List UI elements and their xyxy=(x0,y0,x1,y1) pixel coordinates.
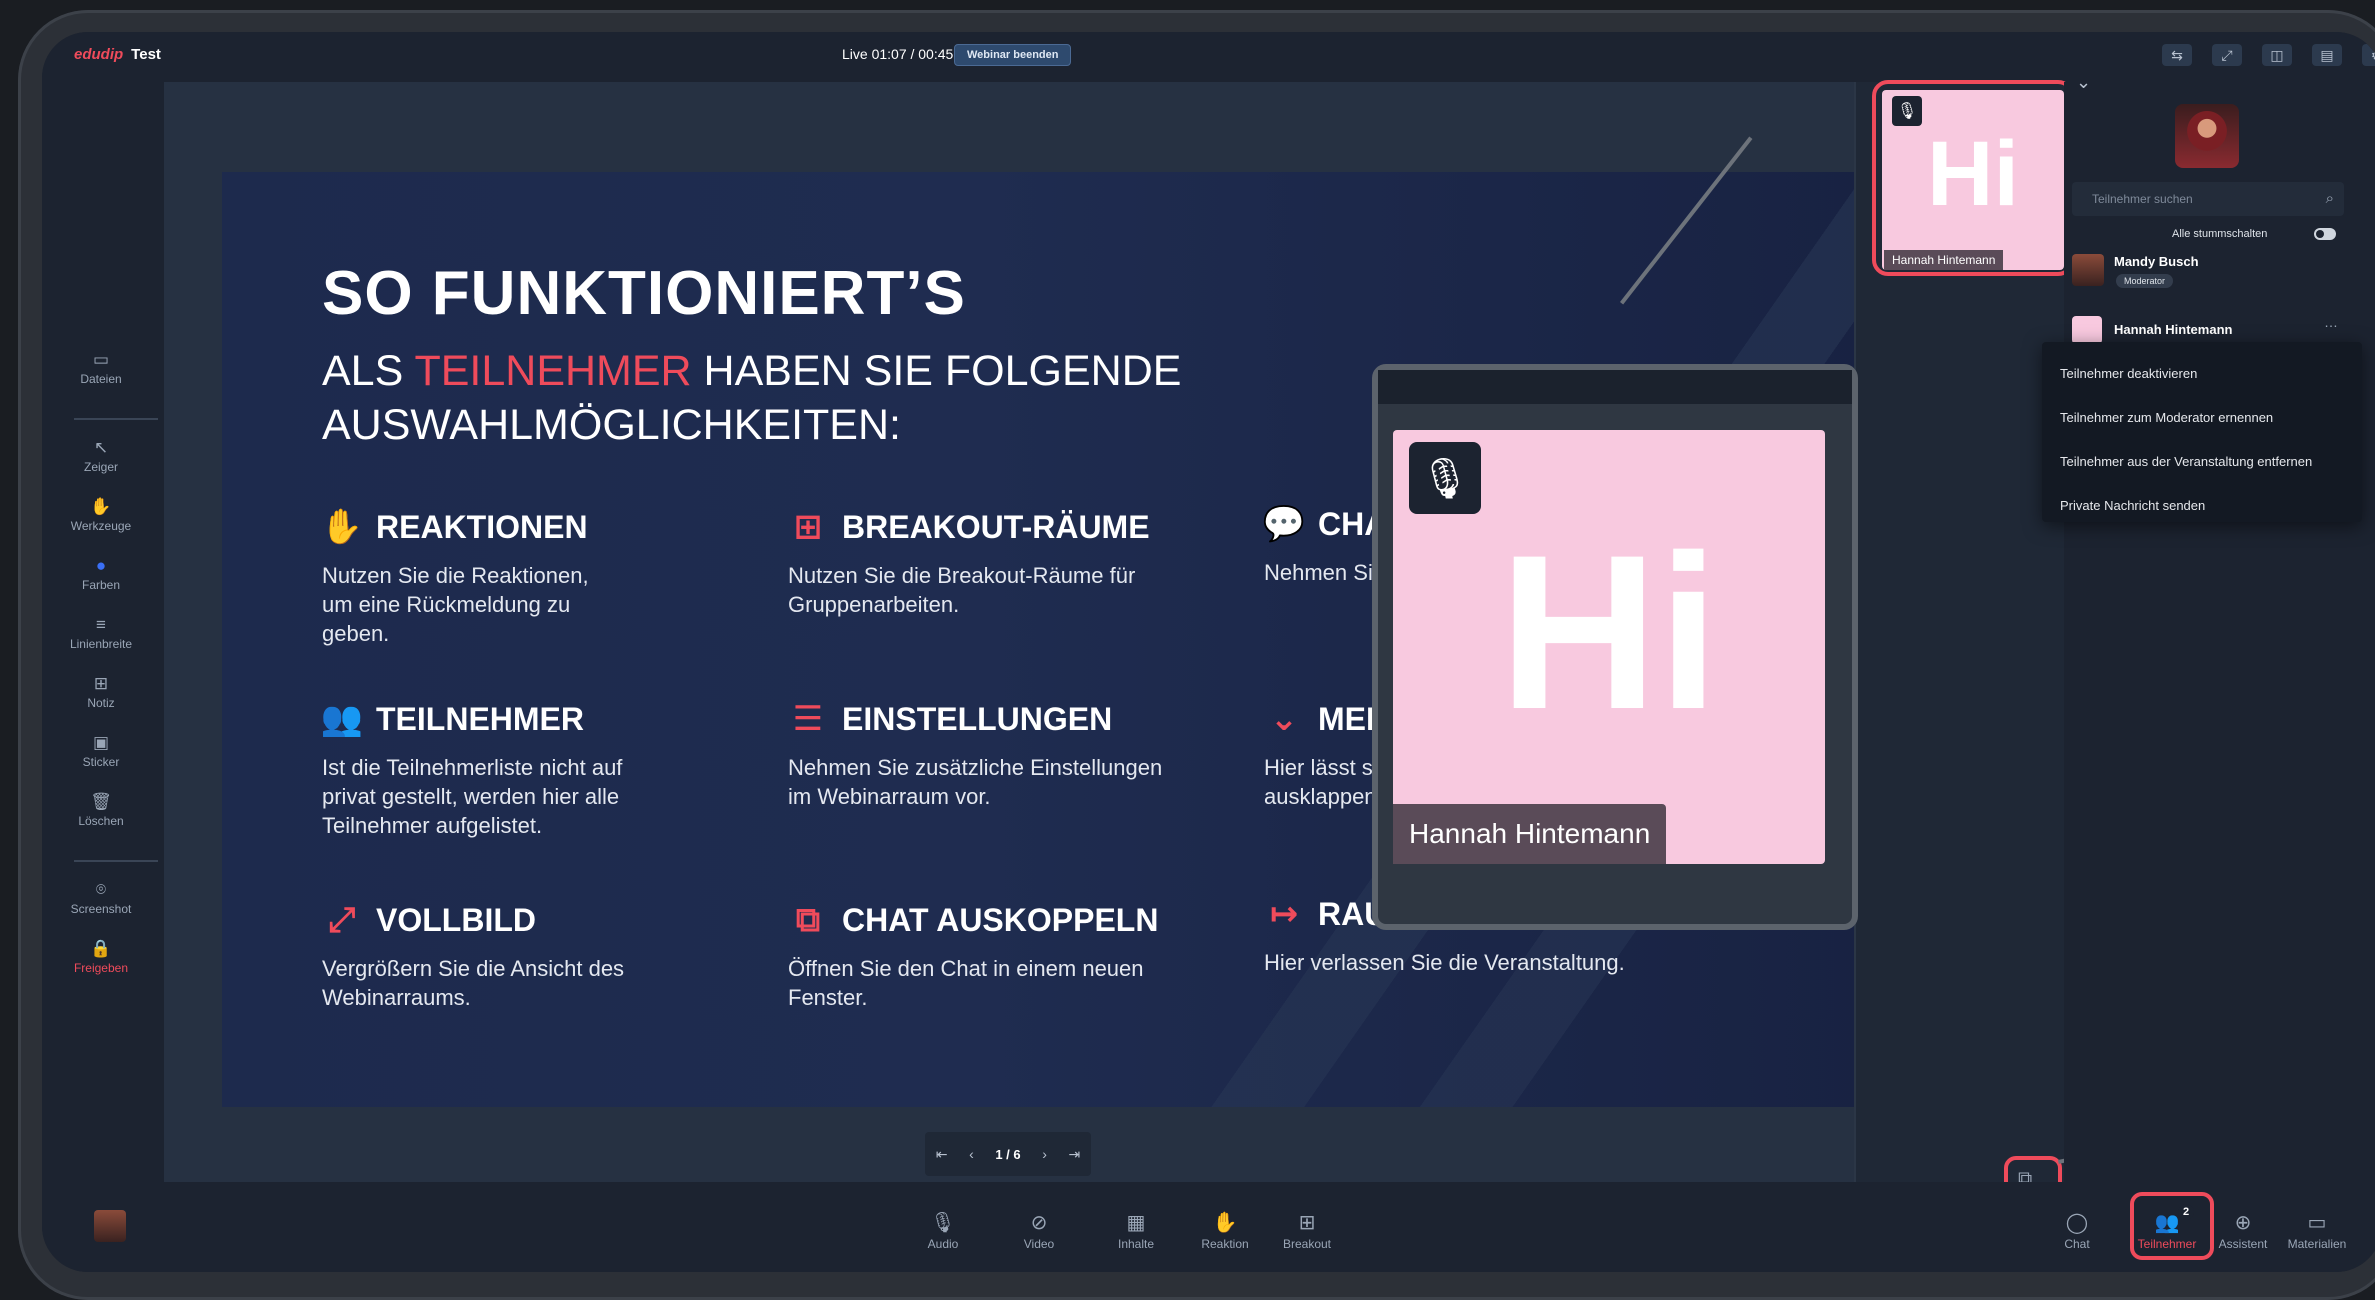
files-tool[interactable]: ▭ Dateien xyxy=(62,350,140,386)
slide-pager: ⇤ ‹ 1 / 6 › ⇥ xyxy=(925,1132,1091,1176)
assistant-button[interactable]: ⊕ Assistent xyxy=(2208,1210,2278,1251)
users-icon: 👥 xyxy=(320,700,364,738)
content-icon: ▦ xyxy=(1126,1212,1146,1234)
folder-icon: ▭ xyxy=(2307,1212,2327,1234)
grid-icon: ⊞ xyxy=(1298,1212,1316,1234)
zoom-callout-header xyxy=(1378,370,1852,404)
audio-button[interactable]: 🎙 Audio xyxy=(908,1210,978,1251)
reactions-icon[interactable]: ⇆ xyxy=(2162,44,2192,66)
mic-muted-icon: 🎙 xyxy=(930,1212,956,1234)
share-tool[interactable]: 🔒 Freigeben xyxy=(62,939,140,975)
prev-page-icon[interactable]: ‹ xyxy=(969,1146,974,1162)
last-page-icon[interactable]: ⇥ xyxy=(1068,1146,1080,1163)
line-width-tool[interactable]: ≡ Linienbreite xyxy=(62,615,140,651)
video-button[interactable]: ⊘ Video xyxy=(1004,1210,1074,1251)
delete-tool[interactable]: 🗑 Löschen xyxy=(62,792,140,828)
note-tool[interactable]: ⊞ Notiz xyxy=(62,674,140,710)
mute-all-label: Alle stummschalten xyxy=(2172,228,2268,240)
feature-fullscreen: ⤢ VOLLBILD Vergrößern Sie die Ansicht des… xyxy=(322,900,625,1011)
slide-title: SO FUNKTIONIERT’S xyxy=(322,259,966,328)
avatar xyxy=(2072,254,2104,286)
edudip-logo: edudip xyxy=(74,46,124,63)
end-webinar-button[interactable]: Webinar beenden xyxy=(954,44,1072,66)
participants-count-badge: 2 xyxy=(2178,1204,2194,1220)
divider xyxy=(74,860,158,862)
live-timer: Live 01:07 / 00:45 xyxy=(842,46,954,62)
chat-bubble-icon: 💬 xyxy=(1262,505,1306,543)
menu-item-remove[interactable]: Teilnehmer aus der Veranstaltung entfern… xyxy=(2060,454,2312,469)
hand-icon: ✋ xyxy=(1212,1212,1238,1234)
avatar xyxy=(2072,316,2102,344)
breakout-button[interactable]: ⊞ Breakout xyxy=(1272,1210,1342,1251)
brand: edudip Test xyxy=(74,46,161,63)
chevron-down-icon: ⌄ xyxy=(1269,700,1299,738)
mute-all-toggle[interactable] xyxy=(2314,228,2336,240)
participants-panel xyxy=(2064,82,2375,1182)
menu-item-deactivate[interactable]: Teilnehmer deaktivieren xyxy=(2060,366,2197,381)
exit-icon: ↦ xyxy=(1269,895,1299,933)
webinar-screen: edudip Test Live 01:07 / 00:45 Webinar be… xyxy=(42,32,2375,1272)
assistant-icon: ⊕ xyxy=(2234,1212,2252,1234)
menu-item-private-message[interactable]: Private Nachricht senden xyxy=(2060,498,2205,513)
next-page-icon[interactable]: › xyxy=(1042,1146,1047,1162)
participant-search-input[interactable]: Teilnehmer suchen ⌕ xyxy=(2072,182,2344,216)
menu-item-make-moderator[interactable]: Teilnehmer zum Moderator ernennen xyxy=(2060,410,2273,425)
content-button[interactable]: ▦ Inhalte xyxy=(1101,1210,1171,1251)
slide-subtitle: ALS TEILNEHMER HABEN SIE FOLGENDE AUSWAH… xyxy=(322,347,1182,449)
pointer-icon: ↖ xyxy=(93,438,109,457)
more-options-icon[interactable]: … xyxy=(2324,314,2338,330)
settings-icon[interactable]: ⚙ xyxy=(2362,44,2375,66)
feature-settings: ☰ EINSTELLUNGEN Nehmen Sie zusätzliche Ei… xyxy=(788,700,1163,809)
lock-icon: 🔒 xyxy=(90,939,112,958)
image-icon: ▣ xyxy=(92,733,110,752)
mic-muted-icon: 🎙 xyxy=(1409,442,1481,514)
page-indicator: 1 / 6 xyxy=(995,1146,1021,1162)
feature-breakout: ⊞ BREAKOUT-RÄUME Nutzen Sie die Breakout-… xyxy=(788,508,1150,617)
video-off-icon: ⊘ xyxy=(1030,1212,1048,1234)
highlight-frame xyxy=(1872,80,2074,276)
chat-button[interactable]: ◯ Chat xyxy=(2042,1210,2112,1251)
popout-icon: ⧉ xyxy=(795,900,821,939)
grid-icon: ⊞ xyxy=(793,508,823,546)
expand-icon: ⤢ xyxy=(328,900,356,939)
left-toolbar: ▭ Dateien ↖ Zeiger ✋ Werkzeuge ● Farben ≡ Lin… xyxy=(42,82,162,1182)
materials-button[interactable]: ▭ Materialien xyxy=(2282,1210,2352,1251)
chat-bubble-icon: ◯ xyxy=(2065,1212,2089,1234)
feature-reactions: ✋ REAKTIONEN Nutzen Sie die Reaktionen, u… xyxy=(320,508,589,646)
avatar[interactable] xyxy=(94,1210,126,1242)
hand-icon: ✋ xyxy=(320,508,364,546)
zoomed-initials: Hi xyxy=(1499,509,1719,755)
color-dot-icon: ● xyxy=(95,556,107,575)
line-width-icon: ≡ xyxy=(96,615,106,634)
fullscreen-icon[interactable]: ⤢ xyxy=(2212,44,2242,66)
divider xyxy=(74,418,158,420)
avatar xyxy=(2175,104,2239,168)
participant-name[interactable]: Mandy Busch xyxy=(2114,254,2199,269)
chat-popout-icon[interactable]: ▤ xyxy=(2312,44,2342,66)
first-page-icon[interactable]: ⇤ xyxy=(936,1146,948,1163)
layout-icon[interactable]: ◫ xyxy=(2262,44,2292,66)
moderator-badge: Moderator xyxy=(2116,274,2174,288)
hand-icon: ✋ xyxy=(90,497,112,516)
tools-tool[interactable]: ✋ Werkzeuge xyxy=(62,497,140,533)
search-icon: ⌕ xyxy=(2325,190,2334,207)
pointer-tool[interactable]: ↖ Zeiger xyxy=(62,438,140,474)
participant-name[interactable]: Hannah Hintemann xyxy=(2114,322,2232,337)
folder-icon: ▭ xyxy=(92,350,110,369)
feature-chat-popout: ⧉ CHAT AUSKOPPELN Öffnen Sie den Chat in … xyxy=(788,900,1159,1011)
sliders-icon: ☰ xyxy=(792,700,824,738)
zoomed-name-label: Hannah Hintemann xyxy=(1393,804,1667,864)
camera-icon: ⌾ xyxy=(95,880,107,899)
event-name: Test xyxy=(131,46,161,63)
reaction-button[interactable]: ✋ Reaktion xyxy=(1190,1210,1260,1251)
trash-icon: 🗑 xyxy=(90,792,112,811)
screenshot-tool[interactable]: ⌾ Screenshot xyxy=(62,880,140,916)
colors-tool[interactable]: ● Farben xyxy=(62,556,140,592)
sticker-tool[interactable]: ▣ Sticker xyxy=(62,733,140,769)
note-icon: ⊞ xyxy=(93,674,109,693)
top-bar xyxy=(42,32,2375,82)
collapse-chevron-icon[interactable]: ⌄ xyxy=(2076,72,2091,93)
feature-participants: 👥 TEILNEHMER Ist die Teilnehmerliste nich… xyxy=(320,700,623,838)
